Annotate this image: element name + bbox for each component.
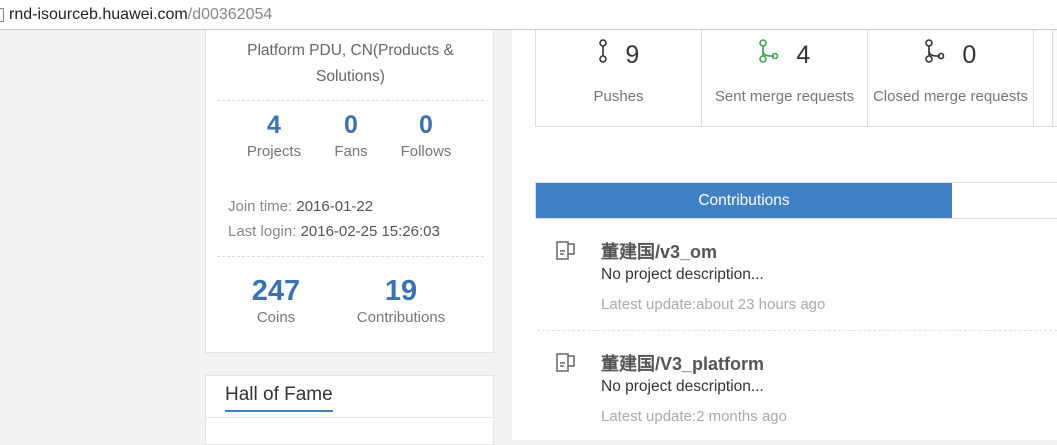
projects-stat[interactable]: 4 Projects <box>234 110 314 164</box>
follows-stat[interactable]: 0 Follows <box>386 110 466 164</box>
address-bar[interactable]: rnd-isourceb.huawei.com/d00362054 <box>0 0 1057 30</box>
join-time: Join time: 2016-01-22 <box>228 198 374 215</box>
divider <box>537 330 1057 331</box>
project-updated: Latest update:about 23 hours ago <box>601 296 826 313</box>
project-link[interactable]: 董建国/v3_om <box>601 238 717 264</box>
profile-card: Platform PDU, CN(Products & Solutions) 4… <box>205 30 494 353</box>
page-icon <box>0 8 4 22</box>
fans-stat[interactable]: 0 Fans <box>321 110 381 164</box>
tab-contributions[interactable]: Contributions <box>536 183 952 218</box>
merge-closed-icon <box>924 39 951 68</box>
last-login: Last login: 2016-02-25 15:26:03 <box>228 223 440 240</box>
divider <box>217 100 484 101</box>
merge-request-icon <box>758 39 785 68</box>
contribution-tabs: Contributions <box>535 182 1057 219</box>
project-updated: Latest update:2 months ago <box>601 408 787 425</box>
divider <box>217 256 484 257</box>
project-description: No project description... <box>601 266 764 283</box>
repo-icon <box>555 240 577 268</box>
list-item[interactable]: 董建国/V3_platform No project description..… <box>535 344 1057 434</box>
commit-icon <box>598 39 614 68</box>
repo-icon <box>555 352 577 380</box>
hall-of-fame-card: Hall of Fame <box>205 375 494 445</box>
divider <box>206 417 493 418</box>
closed-merge-requests-cell[interactable]: 0 Closed merge requests <box>868 30 1034 126</box>
activity-stats: 9 Pushes 4 Sent merge requests 0 Closed … <box>535 30 1057 127</box>
pushes-cell[interactable]: 9 Pushes <box>536 30 702 126</box>
organization-text: Platform PDU, CN(Products & Solutions) <box>247 42 454 85</box>
hall-of-fame-title: Hall of Fame <box>225 384 333 412</box>
project-description: No project description... <box>601 378 764 395</box>
project-link[interactable]: 董建国/V3_platform <box>601 350 764 376</box>
coins-stat[interactable]: 247 Coins <box>236 276 316 330</box>
list-item[interactable]: 董建国/v3_om No project description... Late… <box>535 232 1057 322</box>
sent-merge-requests-cell[interactable]: 4 Sent merge requests <box>702 30 868 126</box>
scrollbar[interactable] <box>1052 30 1057 126</box>
contributions-stat[interactable]: 19 Contributions <box>341 276 461 330</box>
url-text[interactable]: rnd-isourceb.huawei.com/d00362054 <box>9 6 272 24</box>
